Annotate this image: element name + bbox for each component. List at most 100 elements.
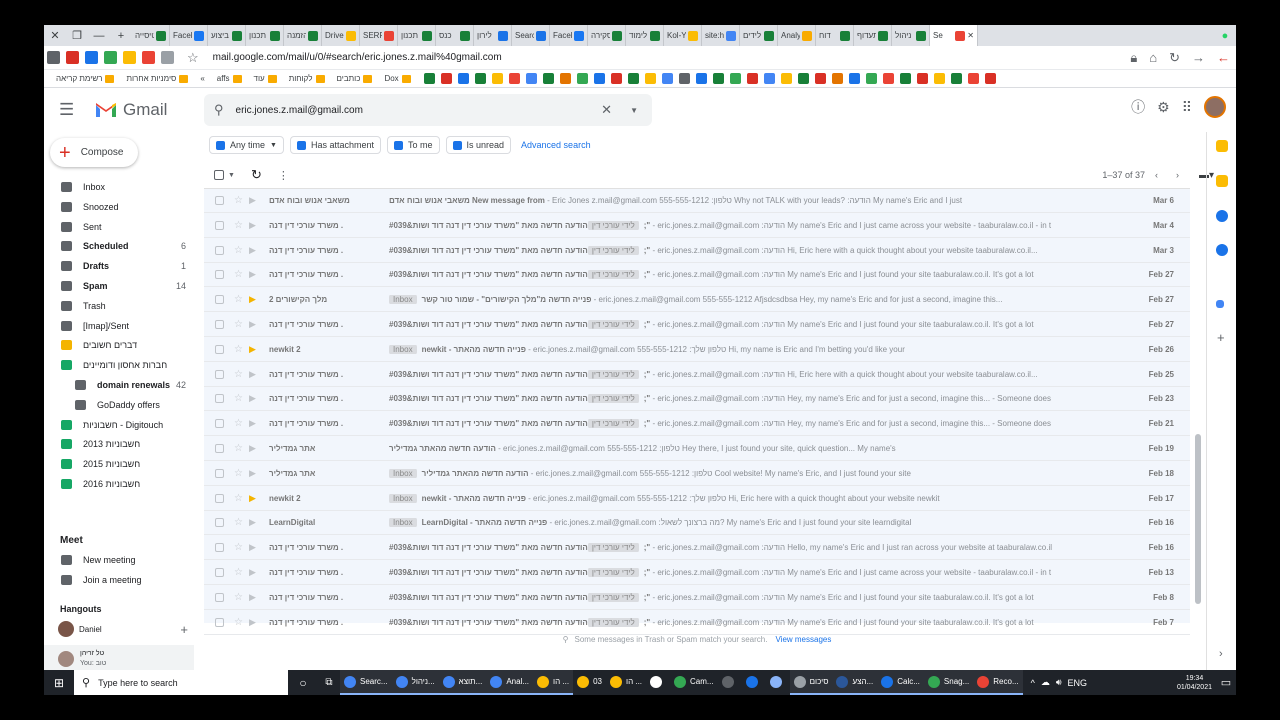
star-icon[interactable]: ☆ — [234, 319, 244, 330]
bookmark-folder[interactable]: Dox — [384, 74, 411, 83]
email-row[interactable]: ☆ ▶ משרד עורכי דין דנה . לידי עורכי דיןהודע… — [204, 214, 1190, 238]
email-row[interactable]: ☆ ▶ newkit 2 Inbox newkit - פנייה חדשה מהאתר… — [204, 338, 1190, 362]
sidebar-item[interactable]: [Imap]/Sent — [44, 316, 194, 336]
row-checkbox[interactable] — [215, 493, 224, 503]
browser-tab[interactable]: SERP — [360, 25, 398, 46]
bookmark-favicon-icon[interactable] — [763, 73, 775, 84]
star-icon[interactable]: ☆ — [234, 393, 244, 404]
bookmark-favicon-icon[interactable] — [712, 73, 724, 84]
row-checkbox[interactable] — [215, 419, 224, 429]
sidebar-item[interactable]: חשבוניות 2016 — [44, 474, 194, 494]
bookmark-reading-list[interactable]: רשימת קריאה — [56, 74, 115, 83]
notifications-icon[interactable]: ▭ — [1216, 676, 1236, 689]
search-bar[interactable]: ⚲ eric.jones.z.mail@gmail.com ✕ ▼ — [204, 94, 652, 126]
taskbar-app[interactable] — [718, 670, 742, 695]
bookmark-favicon-icon[interactable] — [661, 73, 673, 84]
importance-icon[interactable]: ▶ — [249, 319, 259, 330]
star-icon[interactable]: ☆ — [234, 195, 244, 206]
star-icon[interactable]: ☆ — [234, 269, 244, 280]
taskbar-app[interactable]: Reco... — [973, 670, 1023, 695]
more-options-icon[interactable]: ⋮ — [278, 169, 289, 182]
email-row[interactable]: ☆ ▶ משאבי אנוש ובוח אדם משאבי אנוש ובוח אדם… — [204, 189, 1190, 213]
main-menu-icon[interactable]: ☰ — [59, 100, 83, 120]
search-input[interactable]: eric.jones.z.mail@gmail.com — [236, 105, 602, 116]
bookmark-folder[interactable]: כותבים — [337, 74, 373, 83]
importance-icon[interactable]: ▶ — [249, 195, 259, 206]
label-badge[interactable]: לידי עורכי דין — [587, 320, 639, 329]
extension-icon[interactable] — [85, 51, 98, 64]
bookmark-folder[interactable]: סימניות אחרות — [126, 74, 189, 83]
sidebar-item[interactable]: חשבוניות 2013 — [44, 434, 194, 454]
extension-icon[interactable] — [104, 51, 117, 64]
importance-icon[interactable]: ▶ — [249, 567, 259, 578]
contacts-icon[interactable] — [1216, 244, 1228, 256]
label-badge[interactable]: לידי עורכי דין — [587, 617, 639, 627]
bookmark-more-icon[interactable]: « — [200, 74, 204, 83]
bookmark-favicon-icon[interactable] — [678, 73, 690, 84]
email-row[interactable]: ☆ ▶ אתר גמדיליר Inbox הודעה חדשה מהאתר גמדיל… — [204, 462, 1190, 486]
close-window-icon[interactable]: ✕ — [44, 29, 66, 42]
cloud-icon[interactable]: ☁ — [1041, 677, 1050, 688]
browser-tab[interactable]: סקירה — [588, 25, 626, 46]
next-page-icon[interactable]: › — [1176, 170, 1179, 180]
refresh-icon[interactable]: ↻ — [251, 167, 262, 183]
browser-tab[interactable]: Analyt — [778, 25, 816, 46]
importance-icon[interactable]: ▶ — [249, 269, 259, 280]
row-checkbox[interactable] — [215, 444, 224, 453]
bookmark-favicon-icon[interactable] — [593, 73, 605, 84]
view-messages-link[interactable]: View messages — [775, 635, 831, 644]
label-badge[interactable]: לידי עורכי דין — [587, 543, 639, 553]
star-icon[interactable]: ☆ — [234, 369, 244, 380]
bookmark-folder[interactable]: עוד — [254, 74, 277, 83]
label-badge[interactable]: Inbox — [389, 518, 417, 528]
bookmark-favicon-icon[interactable] — [491, 73, 503, 84]
hangouts-user[interactable]: Daniel + — [44, 619, 194, 639]
settings-gear-icon[interactable]: ⚙ — [1157, 99, 1170, 116]
bookmark-favicon-icon[interactable] — [899, 73, 911, 84]
email-row[interactable]: ☆ ▶ משרד עורכי דין דנה . לידי עורכי דיןהודע… — [204, 412, 1190, 437]
row-checkbox[interactable] — [215, 617, 224, 627]
importance-icon[interactable]: ▶ — [249, 493, 259, 504]
extension-icon[interactable] — [123, 51, 136, 64]
volume-icon[interactable]: 🔊︎ — [1056, 677, 1062, 688]
bookmark-favicon-icon[interactable] — [848, 73, 860, 84]
search-options-icon[interactable]: ▼ — [630, 106, 638, 115]
label-badge[interactable]: לידי עורכי דין — [587, 220, 639, 230]
extension-icon[interactable] — [47, 51, 60, 64]
sidebar-item[interactable]: Spam 14 — [44, 276, 194, 296]
back-icon[interactable]: ← — [1217, 50, 1230, 65]
star-icon[interactable]: ☆ — [234, 220, 244, 231]
row-checkbox[interactable] — [215, 344, 224, 354]
importance-icon[interactable]: ▶ — [249, 517, 259, 528]
taskbar-app[interactable]: 03 — [573, 670, 606, 695]
label-badge[interactable]: לידי עורכי דין — [587, 592, 639, 602]
email-row[interactable]: ☆ ▶ מלך הקישורים 2 Inbox פנייה חדשה מ"מלך הק… — [204, 288, 1190, 313]
bookmark-favicon-icon[interactable] — [474, 73, 486, 84]
bookmark-favicon-icon[interactable] — [440, 73, 452, 84]
account-avatar[interactable] — [1204, 96, 1226, 118]
bookmark-favicon-icon[interactable] — [797, 73, 809, 84]
email-row[interactable]: ☆ ▶ משרד עורכי דין דנה . לידי עורכי דיןהודע… — [204, 263, 1190, 288]
taskbar-app[interactable]: הו ... — [533, 670, 574, 695]
taskbar-app[interactable]: Searc... — [340, 670, 392, 695]
row-checkbox[interactable] — [215, 394, 224, 404]
taskbar-app[interactable]: סיכום — [789, 670, 833, 695]
sidebar-item[interactable]: חשבוניות 2015 — [44, 454, 194, 474]
browser-tab[interactable]: site:h — [702, 25, 740, 46]
star-icon[interactable]: ☆ — [234, 617, 244, 628]
compose-button[interactable]: + Compose — [50, 138, 138, 167]
bookmark-favicon-icon[interactable] — [780, 73, 792, 84]
bookmark-star-icon[interactable]: ☆ — [187, 50, 199, 66]
email-row[interactable]: ☆ ▶ משרד עורכי דין דנה . לידי עורכי דיןהודע… — [204, 313, 1190, 337]
gmail-logo[interactable]: Gmail — [95, 100, 167, 120]
browser-tab[interactable]: תכנון — [398, 25, 436, 46]
taskbar-app[interactable]: Snag... — [923, 670, 974, 695]
email-row[interactable]: ☆ ▶ LearnDigital Inbox LearnDigital - פנייה … — [204, 511, 1190, 536]
taskbar-app[interactable]: תוצא... — [438, 670, 487, 695]
email-row[interactable]: ☆ ▶ משרד עורכי דין דנה . לידי עורכי דיןהודע… — [204, 611, 1190, 635]
minimize-icon[interactable]: — — [88, 30, 110, 42]
browser-tab[interactable]: לידים — [740, 25, 778, 46]
label-badge[interactable]: לידי עורכי דין — [587, 394, 639, 404]
browser-tab[interactable]: לירון — [474, 25, 512, 46]
label-badge[interactable]: לידי עורכי דין — [587, 419, 639, 429]
